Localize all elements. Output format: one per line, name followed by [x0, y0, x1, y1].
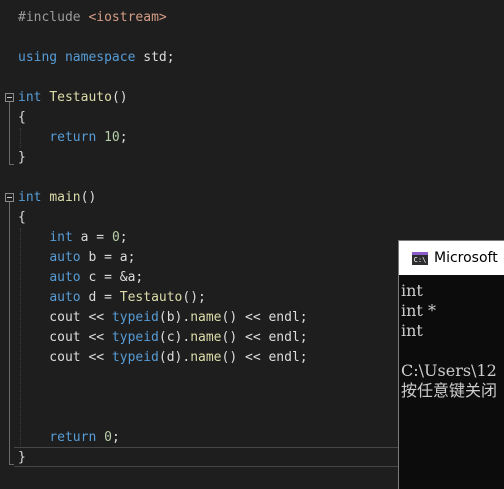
code-token: cout <<: [18, 330, 112, 345]
code-token: return: [49, 430, 97, 445]
code-token: c = &a;: [80, 270, 144, 285]
code-token: d =: [80, 290, 120, 305]
code-token: 0: [104, 430, 112, 445]
fold-line-main: [9, 202, 10, 464]
console-app-icon: C:\: [412, 252, 428, 265]
code-line-include[interactable]: #include <iostream>: [18, 8, 167, 28]
fold-end-testauto: [9, 164, 14, 165]
fold-toggle-testauto-icon[interactable]: [5, 93, 14, 102]
code-token: typeid: [111, 310, 159, 325]
code-token: Testauto: [49, 90, 112, 105]
code-token: auto: [49, 250, 81, 265]
console-line: 按任意键关闭: [401, 381, 498, 400]
code-token: 0: [111, 230, 120, 245]
code-line-main-decl[interactable]: int main(): [18, 188, 96, 208]
code-line-return10[interactable]: return 10;: [18, 128, 128, 148]
code-token: Testauto: [119, 290, 183, 305]
code-token: name: [190, 310, 222, 325]
console-line: int: [401, 321, 423, 340]
code-token: (d).: [158, 350, 191, 365]
code-token: {: [18, 210, 26, 225]
code-token: using: [18, 50, 58, 65]
code-token: std;: [135, 50, 175, 65]
code-token: namespace: [64, 50, 136, 65]
code-token: {: [18, 110, 26, 125]
console-output: int int * int C:\Users\12 按任意键关闭: [401, 281, 497, 401]
code-token: main: [49, 190, 81, 205]
code-token: }: [18, 450, 26, 465]
code-line-testauto-decl[interactable]: int Testauto(): [18, 88, 128, 108]
code-line-int-a[interactable]: int a = 0;: [18, 228, 128, 248]
code-token: ;: [119, 130, 128, 145]
code-line-auto-d[interactable]: auto d = Testauto();: [18, 288, 206, 308]
code-token: name: [190, 350, 222, 365]
code-token: b = a;: [80, 250, 136, 265]
code-token: int: [18, 190, 42, 205]
code-line-auto-b[interactable]: auto b = a;: [18, 248, 135, 268]
code-token: ();: [182, 290, 206, 305]
fold-line-testauto: [9, 102, 10, 164]
code-line-auto-c[interactable]: auto c = &a;: [18, 268, 143, 288]
code-token: auto: [49, 290, 81, 305]
code-token: ;: [111, 430, 120, 445]
code-token: ;: [119, 230, 128, 245]
console-titlebar[interactable]: C:\ Microsoft: [399, 241, 504, 275]
code-token: (): [111, 90, 128, 105]
code-token: }: [18, 150, 26, 165]
code-token: typeid: [111, 350, 159, 365]
code-token: <iostream>: [88, 10, 167, 25]
console-title: Microsoft: [434, 250, 498, 266]
code-line-main-close[interactable]: }: [18, 448, 26, 468]
code-line-cout-b[interactable]: cout << typeid(b).name() << endl;: [18, 308, 308, 328]
code-line-testauto-open[interactable]: {: [18, 108, 26, 128]
code-token: () << endl;: [221, 330, 308, 345]
code-token: cout <<: [18, 310, 112, 325]
code-token: 10: [104, 130, 120, 145]
code-token: (c).: [158, 330, 191, 345]
code-token: (): [80, 190, 97, 205]
code-token: cout <<: [18, 350, 112, 365]
code-token: int: [49, 230, 73, 245]
code-line-return0[interactable]: return 0;: [18, 428, 120, 448]
code-token: int: [18, 90, 42, 105]
code-line-cout-c[interactable]: cout << typeid(c).name() << endl;: [18, 328, 308, 348]
code-token: #include: [18, 10, 89, 25]
code-token: () << endl;: [221, 350, 308, 365]
console-line: C:\Users\12: [401, 361, 497, 380]
console-line: int *: [401, 301, 436, 320]
console-window[interactable]: C:\ Microsoft int int * int C:\Users\12 …: [398, 240, 504, 489]
code-token: () << endl;: [221, 310, 308, 325]
console-line: int: [401, 281, 423, 300]
code-token: name: [190, 330, 222, 345]
code-token: a =: [72, 230, 112, 245]
code-token: typeid: [111, 330, 159, 345]
code-line-cout-d[interactable]: cout << typeid(d).name() << endl;: [18, 348, 308, 368]
code-token: (b).: [158, 310, 191, 325]
code-token: return: [49, 130, 97, 145]
code-token: auto: [49, 270, 81, 285]
code-line-using[interactable]: using namespace std;: [18, 48, 175, 68]
fold-toggle-main-icon[interactable]: [5, 193, 14, 202]
code-line-main-open[interactable]: {: [18, 208, 26, 228]
code-editor[interactable]: #include <iostream> using namespace std; i…: [0, 0, 504, 489]
code-line-testauto-close[interactable]: }: [18, 148, 26, 168]
